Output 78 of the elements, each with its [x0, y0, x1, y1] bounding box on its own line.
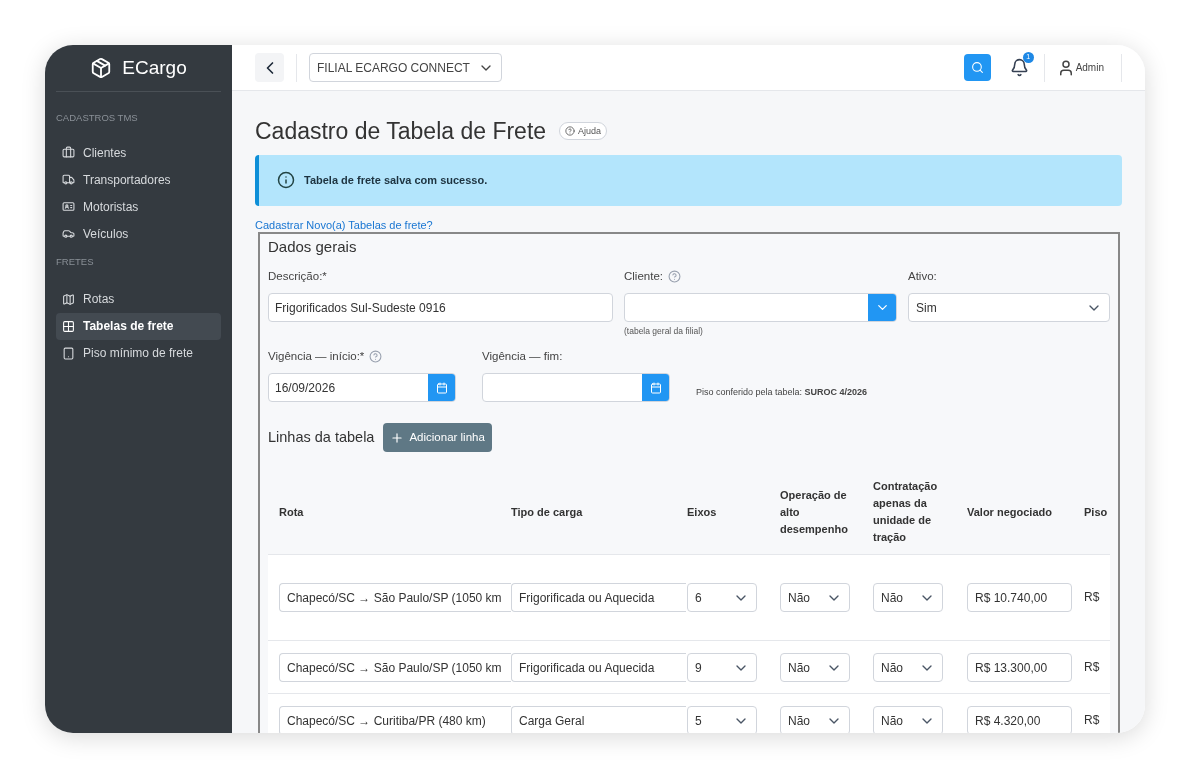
tablet-icon — [62, 346, 75, 360]
field-label: Cliente: — [624, 269, 663, 284]
input-field[interactable]: R$ 10.740,00 — [967, 583, 1072, 613]
grid-icon — [62, 319, 75, 333]
field-label: Vigência — fim: — [482, 349, 564, 364]
search-button[interactable] — [963, 54, 991, 81]
input-field[interactable]: Chapecó/SC → São Paulo/SP (1050 km — [279, 583, 511, 613]
sidebar-item[interactable]: Piso mínimo de frete — [56, 339, 221, 367]
select-field[interactable]: 9 — [687, 653, 757, 683]
table-cell-text: R$ — [1084, 712, 1101, 730]
date-field[interactable]: 16/09/2026 — [268, 373, 456, 403]
car-icon — [62, 227, 75, 241]
select-field[interactable]: Não — [873, 583, 943, 613]
help-icon[interactable] — [668, 270, 681, 284]
new-record-link[interactable]: Cadastrar Novo(a) Tabelas de frete? — [255, 217, 1122, 232]
calendar-icon — [649, 381, 662, 394]
input-field[interactable]: Frigorificados Sul-Sudeste 0916 — [268, 293, 613, 323]
brand-name: ECargo — [122, 55, 187, 80]
select-field[interactable]: Não — [780, 653, 850, 683]
input-field[interactable]: R$ 4.320,00 — [967, 706, 1072, 733]
help-icon — [565, 126, 576, 137]
sidebar-item[interactable]: Transportadores — [56, 166, 221, 194]
sidebar-item[interactable]: Clientes — [56, 139, 221, 167]
sidebar-item[interactable]: Veículos — [56, 220, 221, 248]
branch-select[interactable]: FILIAL ECARGO CONNECT — [309, 53, 502, 82]
field-label: Descrição:* — [268, 269, 328, 284]
select-field[interactable]: Não — [780, 583, 850, 613]
select-field[interactable]: Não — [873, 706, 943, 733]
search-icon — [970, 61, 984, 74]
box-icon — [90, 57, 113, 79]
select-field[interactable]: Sim — [908, 293, 1110, 323]
sidebar-item[interactable]: Tabelas de frete — [56, 312, 221, 340]
input-field[interactable]: Carga Geral — [511, 706, 686, 733]
field-label: Vigência — início:* — [268, 349, 365, 364]
column-header: Rota — [279, 504, 305, 520]
user-menu[interactable]: Admin — [1056, 58, 1104, 77]
field-hint: (tabela geral da filial) — [624, 325, 704, 338]
section-title: FRETES — [56, 255, 95, 270]
help-icon[interactable] — [369, 350, 383, 364]
page-title: Cadastro de Tabela de Frete — [255, 117, 547, 146]
back-button[interactable] — [255, 53, 284, 82]
id-card-icon — [62, 200, 75, 214]
select-field[interactable]: 6 — [687, 583, 757, 613]
column-header: Contratação apenas da unidade de tração — [873, 479, 939, 546]
column-header: Piso — [1084, 504, 1109, 520]
select-field[interactable]: Não — [780, 706, 850, 733]
section-title: CADASTROS TMS — [56, 111, 139, 125]
help-button[interactable]: Ajuda — [559, 122, 608, 141]
briefcase-icon — [62, 146, 75, 160]
column-header: Valor negociado — [967, 504, 1053, 520]
input-field[interactable]: Frigorificada ou Aquecida — [511, 653, 686, 683]
plus-icon — [390, 430, 405, 445]
column-header: Eixos — [687, 504, 718, 520]
table-cell-text: R$ — [1084, 659, 1101, 677]
column-header: Tipo de carga — [511, 504, 584, 520]
input-field[interactable]: Chapecó/SC → Curitiba/PR (480 km) — [279, 706, 511, 733]
input-field[interactable]: Frigorificada ou Aquecida — [511, 583, 686, 613]
alert-message: Tabela de frete salva com sucesso. — [304, 172, 488, 188]
sidebar-item[interactable]: Motoristas — [56, 193, 221, 221]
table-cell-text: R$ — [1084, 589, 1101, 607]
map-icon — [62, 292, 75, 306]
section-title: Dados gerais — [268, 236, 358, 257]
select-field[interactable]: 5 — [687, 706, 757, 733]
column-header: Operação de alto desempenho — [780, 487, 849, 537]
date-field[interactable] — [482, 373, 670, 403]
section-title: Linhas da tabela — [268, 427, 375, 447]
select-field[interactable]: Não — [873, 653, 943, 683]
bell-icon — [1010, 58, 1030, 77]
piso-note: Piso conferido pela tabela: SUROC 4/2026 — [696, 385, 868, 399]
info-icon — [277, 171, 295, 189]
calendar-icon — [435, 381, 448, 394]
add-line-button[interactable]: Adicionar linha — [383, 423, 492, 453]
input-field[interactable]: R$ 13.300,00 — [967, 653, 1072, 683]
client-select[interactable] — [624, 293, 897, 323]
sidebar-item[interactable]: Rotas — [56, 285, 221, 313]
input-field[interactable]: Chapecó/SC → São Paulo/SP (1050 km — [279, 653, 511, 683]
field-label: Ativo: — [908, 269, 938, 284]
truck-icon — [62, 173, 75, 187]
